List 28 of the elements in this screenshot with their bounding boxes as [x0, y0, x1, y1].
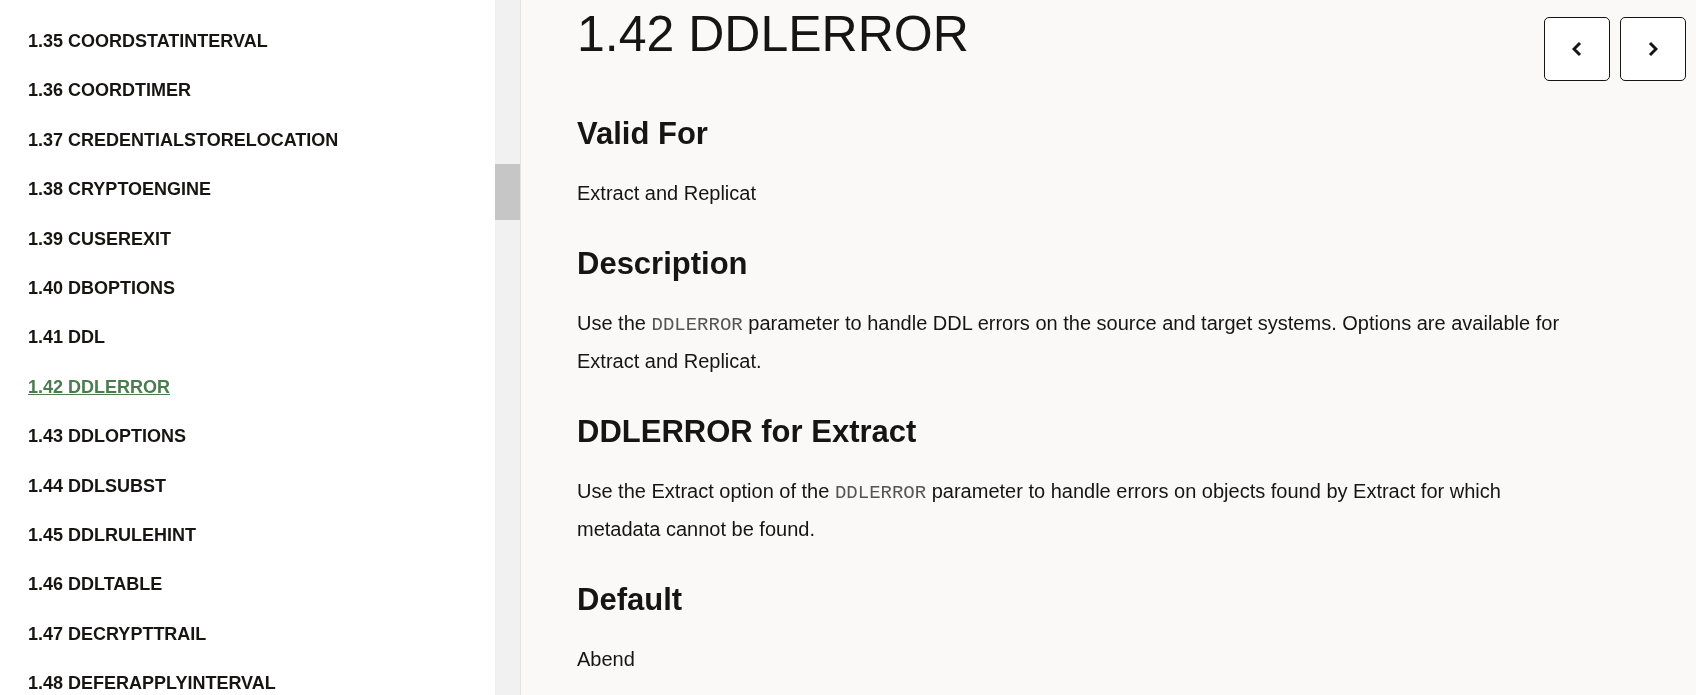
section-heading: Default [577, 581, 684, 619]
page-title: 1.42 DDLERROR [577, 5, 969, 64]
sidebar-link[interactable]: 1.45 DDLRULEHINT [28, 511, 197, 561]
sidebar-link[interactable]: 1.35 COORDSTATINTERVAL [28, 17, 268, 67]
paragraph: Extract and Replicat [577, 181, 757, 206]
sidebar-link[interactable]: 1.41 DDL [28, 313, 106, 363]
sidebar-link[interactable]: 1.48 DEFERAPPLYINTERVAL [28, 659, 276, 695]
scrollbar-thumb[interactable] [495, 164, 520, 220]
paragraph: Use the DDLERROR parameter to handle DDL errors on the source and target systems. Options are available for Extract and Replicat. [577, 311, 1561, 374]
sidebar-link[interactable]: 1.37 CREDENTIALSTORELOCATION [28, 115, 339, 166]
next-button[interactable] [1620, 17, 1686, 81]
sidebar-link[interactable]: 1.38 CRYPTOENGINE [28, 165, 212, 215]
paragraph: Use the Extract option of the DDLERROR parameter to handle errors on objects found by Extract for which metadata cannot be found. [577, 479, 1502, 542]
sidebar-link[interactable]: 1.44 DDLSUBST [28, 461, 167, 512]
sidebar-link[interactable]: 1.43 DDLOPTIONS [28, 412, 187, 462]
sidebar-link[interactable]: 1.36 COORDTIMER [28, 66, 192, 116]
paragraph: Abend [577, 647, 636, 672]
chevron-icon [1648, 41, 1658, 57]
sidebar-link[interactable]: 1.39 CUSEREXIT [28, 214, 172, 265]
sidebar-link[interactable]: 1.40 DBOPTIONS [28, 264, 176, 314]
sidebar-link[interactable]: 1.47 DECRYPTTRAIL [28, 609, 207, 660]
sidebar-link[interactable]: 1.46 DDLTABLE [28, 560, 163, 610]
sidebar-link[interactable]: 1.42 DDLERROR [28, 362, 171, 413]
section-heading: Valid For [577, 115, 709, 153]
previous-button[interactable] [1544, 17, 1610, 81]
chevron-icon [1572, 41, 1582, 57]
section-heading: DDLERROR for Extract [577, 413, 918, 451]
section-heading: Description [577, 245, 749, 283]
